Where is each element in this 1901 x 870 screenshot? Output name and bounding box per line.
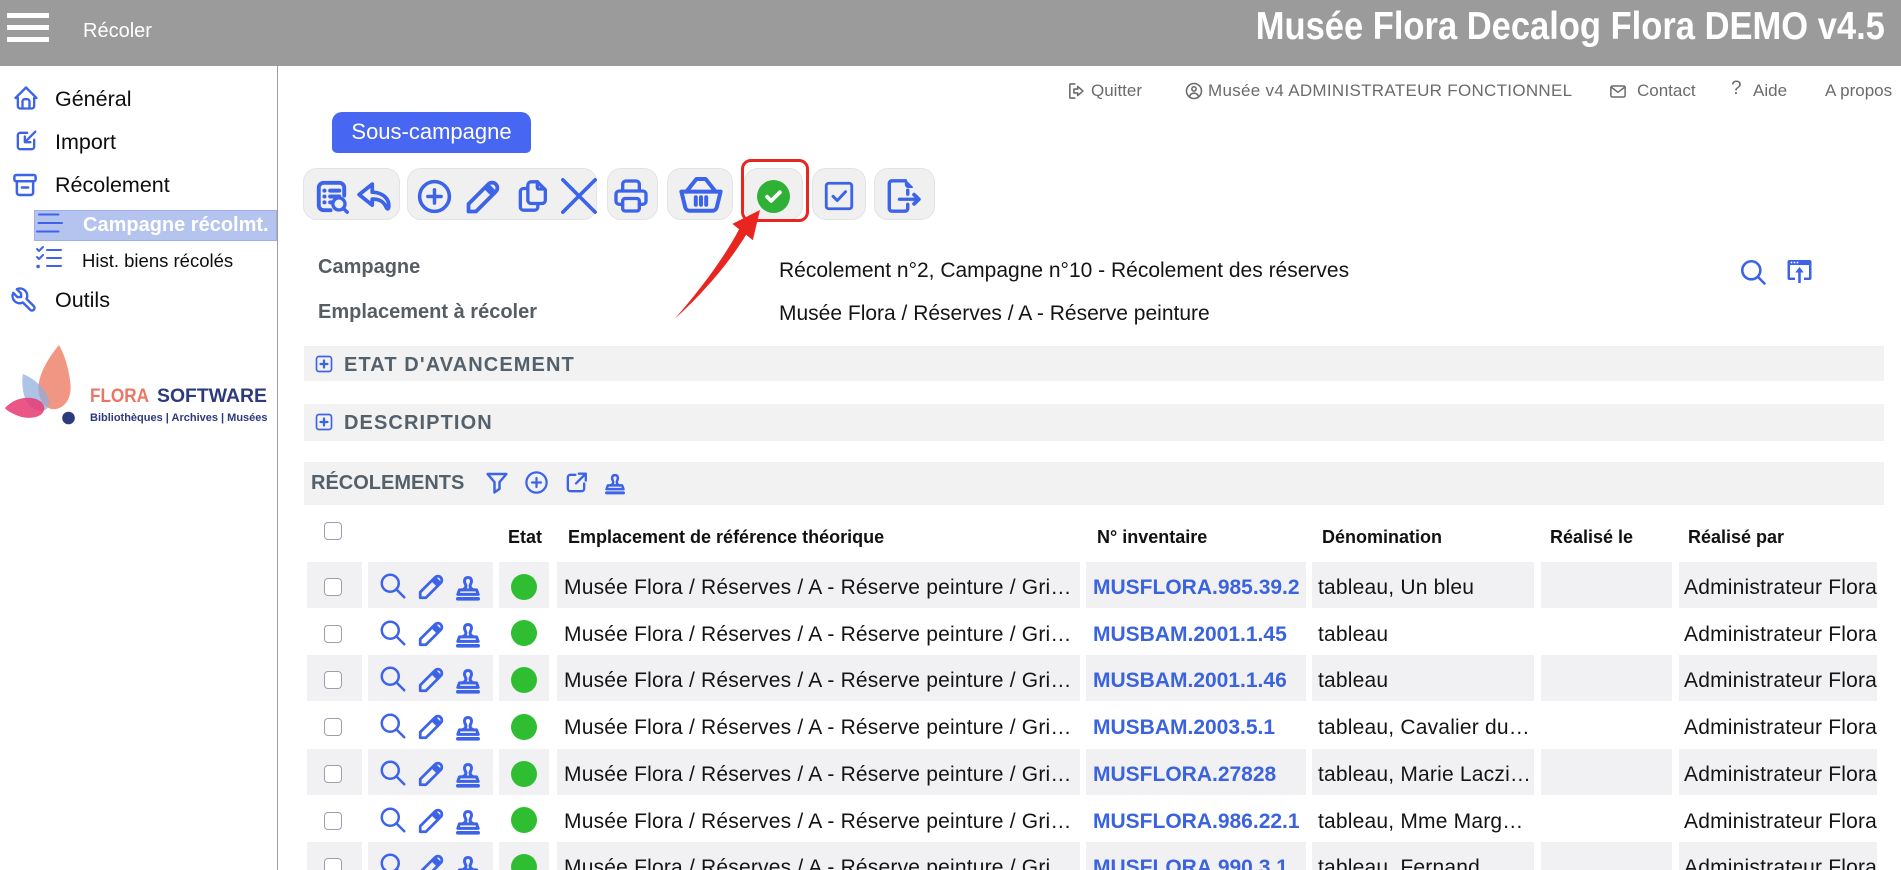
svg-text:FLORA: FLORA <box>90 385 149 407</box>
svg-text:SOFTWARE: SOFTWARE <box>157 385 267 407</box>
svg-text:Bibliothèques | Archives | Mus: Bibliothèques | Archives | Musées <box>90 412 268 424</box>
